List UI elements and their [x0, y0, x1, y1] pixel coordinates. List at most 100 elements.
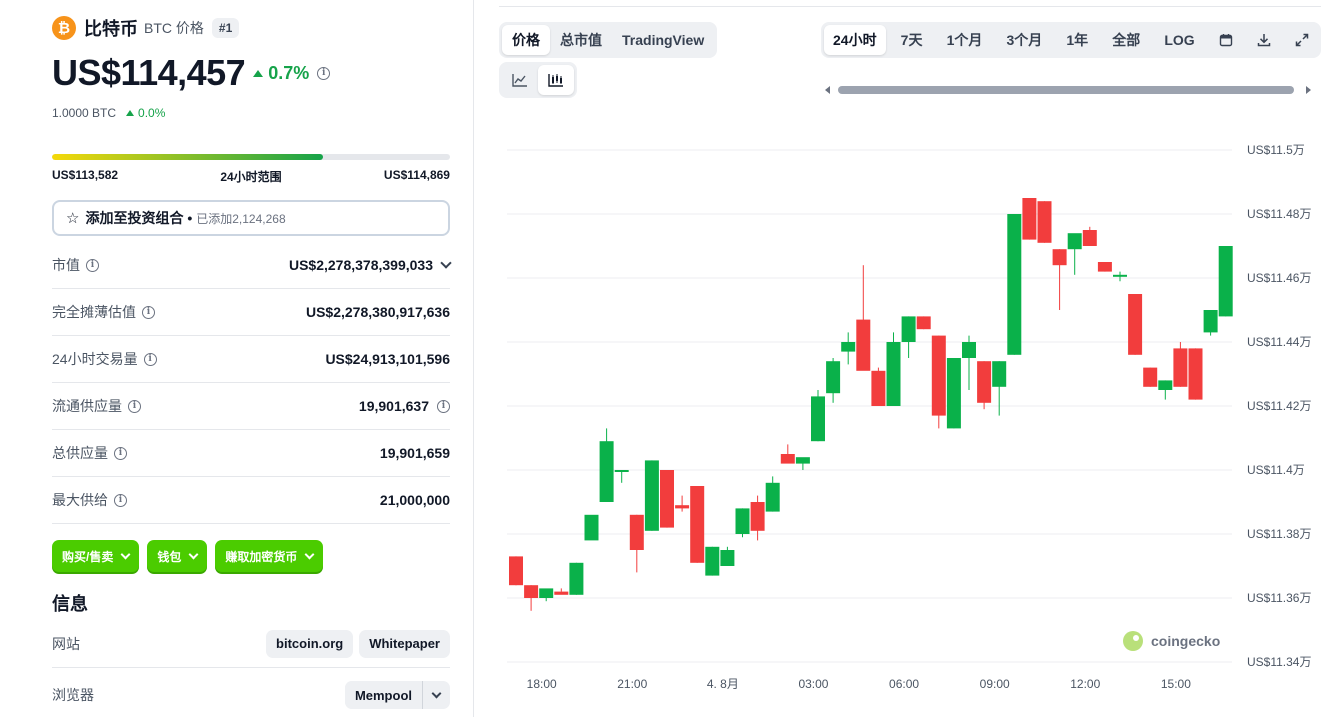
info-icon[interactable]: i — [142, 305, 155, 319]
up-triangle-icon — [126, 110, 135, 116]
candle-down — [856, 319, 871, 371]
scrollbar-thumb[interactable] — [838, 86, 1294, 94]
info-icon[interactable]: i — [143, 352, 157, 366]
candle-up — [569, 562, 584, 595]
y-tick-label: US$11.5万 — [1247, 143, 1305, 157]
info-icon[interactable]: i — [114, 493, 127, 507]
info-icon[interactable]: i — [86, 258, 99, 272]
coingecko-logo-icon — [1123, 631, 1143, 651]
candle-up — [795, 457, 810, 464]
range-7d[interactable]: 7天 — [892, 25, 932, 55]
candle-down — [931, 335, 946, 416]
x-tick-label: 06:00 — [889, 677, 919, 691]
website-link-bitcoin-org[interactable]: bitcoin.org — [266, 629, 354, 658]
download-button[interactable] — [1248, 25, 1280, 55]
stat-label: 流通供应量 — [52, 398, 122, 414]
website-row: 网站 bitcoin.org Whitepaper — [52, 620, 450, 668]
chevron-down-icon — [120, 549, 131, 559]
range-log[interactable]: LOG — [1155, 25, 1203, 55]
candle-down — [675, 505, 690, 509]
price-row: US$114,457 0.7% i — [52, 52, 331, 94]
info-icon[interactable]: i — [317, 66, 331, 80]
candle-down — [1173, 348, 1188, 387]
candlestick-chart-button[interactable] — [538, 65, 574, 95]
y-tick-label: US$11.46万 — [1247, 271, 1311, 285]
range-bar-fill — [52, 154, 323, 160]
y-tick-label: US$11.36万 — [1247, 591, 1311, 605]
x-tick-label: 12:00 — [1070, 677, 1100, 691]
explorer-link-mempool[interactable]: Mempool — [344, 681, 422, 709]
range-3m[interactable]: 3个月 — [997, 25, 1051, 55]
buy-sell-button[interactable]: 购买/售卖 — [52, 540, 140, 572]
coin-header: ₿ 比特币 BTC 价格 #1 — [52, 16, 240, 40]
chart-panel: 价格 总市值 TradingView 24小时 7天 1个月 3个月 1年 全部… — [475, 0, 1328, 717]
candle-down — [524, 585, 539, 598]
range-all[interactable]: 全部 — [1103, 25, 1149, 55]
wallet-button[interactable]: 钱包 — [147, 540, 208, 572]
candle-down — [871, 370, 886, 406]
earn-crypto-button[interactable]: 赚取加密货币 — [215, 540, 324, 572]
chevron-down-icon — [431, 688, 442, 698]
stat-label: 24小时交易量 — [52, 351, 138, 367]
line-chart-button[interactable] — [502, 65, 538, 95]
price-chart[interactable]: US$11.5万 US$11.48万 US$11.46万 US$11.44万 US$11… — [475, 120, 1328, 717]
candle-down — [1097, 262, 1112, 272]
candle-down — [750, 502, 765, 531]
chart-gridlines — [507, 149, 1232, 663]
calendar-button[interactable] — [1210, 25, 1242, 55]
tab-market-cap[interactable]: 总市值 — [550, 25, 612, 55]
candle-up — [1218, 246, 1233, 317]
divider — [499, 6, 1321, 7]
btc-change: 0.0% — [126, 106, 165, 120]
stat-value: 19,901,637 — [358, 398, 429, 414]
watermark-text: coingecko — [1151, 633, 1220, 649]
btc-amount: 1.0000 BTC — [52, 106, 117, 120]
info-icon[interactable]: i — [128, 399, 141, 413]
range-1m[interactable]: 1个月 — [938, 25, 992, 55]
candle-up — [539, 588, 554, 598]
candle-down — [1022, 198, 1037, 240]
candle-up — [886, 342, 901, 406]
rank-badge: #1 — [211, 18, 240, 38]
buy-sell-label: 购买/售卖 — [62, 549, 114, 564]
candlestick-icon — [548, 74, 563, 87]
stat-row-max-supply: 最大供给 i 21,000,000 — [52, 477, 450, 524]
stat-label: 总供应量 — [52, 445, 108, 461]
tab-tradingview[interactable]: TradingView — [612, 25, 714, 55]
chart-type-toggle — [499, 62, 577, 98]
add-to-portfolio-button[interactable]: ☆ 添加至投资组合 • 已添加2,124,268 — [52, 200, 450, 236]
candle-up — [1113, 274, 1127, 277]
info-section-title: 信息 — [52, 594, 88, 614]
stat-row-total-supply: 总供应量 i 19,901,659 — [52, 430, 450, 477]
whitepaper-link[interactable]: Whitepaper — [359, 629, 450, 658]
btc-change-value: 0.0% — [138, 106, 166, 120]
explorer-dropdown-toggle[interactable] — [422, 681, 450, 709]
stat-value: 21,000,000 — [379, 492, 450, 508]
tab-price[interactable]: 价格 — [502, 25, 550, 55]
x-tick-label: 09:00 — [980, 677, 1010, 691]
candle-down — [916, 316, 931, 330]
scroll-left-icon[interactable] — [825, 86, 830, 94]
info-icon[interactable]: i — [114, 446, 127, 460]
candle-down — [1188, 348, 1203, 400]
candle-up — [720, 550, 735, 566]
candle-down — [629, 514, 644, 550]
y-tick-label: US$11.42万 — [1247, 399, 1311, 413]
candle-down — [1082, 230, 1097, 246]
candle-up — [946, 358, 961, 429]
stat-row-circulating-supply: 流通供应量 i 19,901,637 i — [52, 383, 450, 430]
range-labels: US$113,582 24小时范围 US$114,869 — [52, 168, 450, 185]
info-icon[interactable]: i — [437, 399, 450, 413]
chevron-down-icon[interactable] — [440, 257, 452, 269]
coingecko-watermark: coingecko — [1123, 631, 1220, 651]
y-tick-label: US$11.44万 — [1247, 335, 1311, 349]
chart-scrollbar[interactable] — [823, 84, 1313, 96]
expand-icon — [1295, 33, 1309, 47]
range-1y[interactable]: 1年 — [1057, 25, 1097, 55]
scroll-right-icon[interactable] — [1306, 86, 1311, 94]
expand-button[interactable] — [1286, 25, 1318, 55]
candle-up — [644, 460, 659, 531]
candle-down — [977, 361, 992, 403]
range-24h[interactable]: 24小时 — [824, 25, 886, 55]
portfolio-added-count: 已添加2,124,268 — [196, 211, 286, 226]
